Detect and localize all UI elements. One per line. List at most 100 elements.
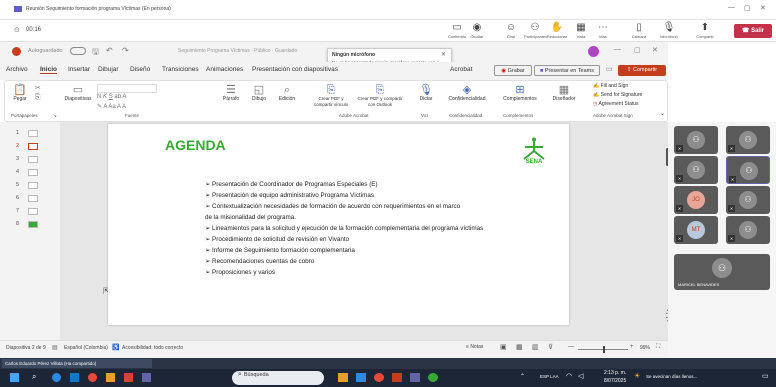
agenda-item[interactable]: ➢ Contextualización necesidades de forma… — [205, 201, 545, 212]
slide-canvas[interactable]: AGENDA SENA ➢ Presentación de Coordinado… — [108, 124, 569, 325]
spellcheck-icon[interactable]: ▤ — [52, 344, 58, 351]
tab-dibujar[interactable]: Dibujar — [98, 66, 119, 73]
ribbon-collapse-icon[interactable]: ⌄ — [660, 110, 665, 117]
present-in-teams-button[interactable]: ■ Presentar en Teams — [534, 65, 600, 76]
create-pdf-outlook-button[interactable]: ⎘ Crear PDF y compartir con Outlook — [355, 84, 405, 108]
taskbar-app-3[interactable] — [88, 373, 97, 382]
font-format-row[interactable]: N K S ab A — [97, 94, 126, 100]
sensitivity-button[interactable]: ◈ Confidencialidad — [445, 84, 489, 102]
agenda-item[interactable]: de la misionalidad del programa. — [205, 212, 545, 223]
designer-button[interactable]: ▦ Diseñador — [547, 84, 581, 102]
toolbar-button-vista[interactable]: ▦ Vista — [570, 22, 592, 39]
copy-icon[interactable]: ⎘ — [35, 94, 41, 102]
slide-thumbnail[interactable] — [28, 221, 38, 228]
dictate-button[interactable]: 🎙 Dictar — [415, 84, 437, 102]
participant-tile[interactable]: MT ✕ — [674, 216, 718, 244]
tab-archivo[interactable]: Archivo — [6, 66, 28, 73]
reading-view-icon[interactable]: ▥ — [532, 343, 539, 351]
group-expand-icon[interactable]: ↘ — [53, 113, 57, 119]
language-tray[interactable]: ESP LAA — [540, 374, 559, 379]
agenda-item[interactable]: ➢ Lineamientos para la solicitud y ejecu… — [205, 223, 545, 234]
slides-button[interactable]: ▭ Diapositivas — [63, 84, 93, 102]
tab-insertar[interactable]: Insertar — [68, 66, 90, 73]
tab-presentación-con-diapositivas[interactable]: Presentación con diapositivas — [252, 66, 338, 73]
toolbar-button-compartir[interactable]: ⬆ Compartir — [694, 22, 716, 39]
toolbar-button-participantes[interactable]: ⚇ Participantes — [524, 22, 547, 39]
paste-button[interactable]: 📋 Pegar — [11, 84, 29, 102]
slide-thumbnail[interactable] — [28, 208, 38, 215]
slide-sorter-icon[interactable]: ▦ — [516, 343, 523, 351]
notification-text[interactable]: Se avecinan días llenos... — [646, 374, 697, 379]
notes-button[interactable]: ≡ Notas — [466, 344, 483, 350]
tab-diseño[interactable]: Diseño — [130, 66, 150, 73]
tab-inicio[interactable]: Inicio — [40, 66, 57, 74]
agenda-list[interactable]: ➢ Presentación de Coordinador de Program… — [205, 179, 545, 278]
language-indicator[interactable]: Español (Colombia) — [64, 345, 108, 351]
close-icon[interactable]: ✕ — [760, 4, 766, 12]
tray-time[interactable]: 2:13 p. m. — [604, 370, 626, 376]
editing-button[interactable]: ⌕ Edición — [275, 84, 299, 102]
participant-self-tile[interactable]: ⚇ MARICEL BENAVIDES — [674, 254, 770, 290]
notification-bell-icon[interactable]: ▭ — [762, 372, 769, 380]
window-restore-icon[interactable]: ▢ — [634, 46, 641, 54]
minimize-icon[interactable]: — — [728, 4, 735, 11]
taskbar-pinned-6[interactable] — [428, 373, 438, 382]
redo-icon[interactable]: ↷ — [122, 46, 129, 55]
record-button[interactable]: ◉ Grabar — [494, 65, 532, 76]
fit-slide-icon[interactable]: ⛶ — [656, 344, 660, 351]
participant-tile[interactable]: ⚇ ✕ — [726, 216, 770, 244]
create-pdf-link-button[interactable]: ⎘ Crear PDF y compartir vínculo — [309, 84, 353, 108]
slide-thumbnail[interactable] — [28, 195, 38, 202]
undo-icon[interactable]: ↶ — [106, 46, 113, 55]
agenda-item[interactable]: ➢ Presentación de Coordinador de Program… — [205, 179, 545, 190]
slide-thumbnail[interactable] — [28, 143, 38, 150]
wifi-icon[interactable]: ◠ — [566, 372, 572, 380]
taskbar-pinned-1[interactable] — [338, 373, 348, 382]
shared-window-label-box[interactable]: Carlos Eduardo Pérez Villota (Ha compart… — [2, 359, 152, 368]
participant-tile[interactable]: ⚇ ✕ — [726, 186, 770, 214]
toast-close-icon[interactable]: ✕ — [441, 51, 446, 58]
toolbar-button-contenido[interactable]: ▭ Contenido — [446, 22, 468, 39]
participant-tile[interactable]: ⚇ ✕ — [674, 156, 718, 184]
tab-acrobat[interactable]: Acrobat — [450, 66, 472, 73]
account-avatar[interactable] — [588, 46, 599, 57]
slide-title[interactable]: AGENDA — [165, 137, 226, 153]
zoom-out-icon[interactable]: — — [568, 344, 574, 350]
accessibility-status[interactable]: Accesibilidad: todo correcto — [122, 345, 183, 351]
agenda-item[interactable]: ➢ Informe de Seguimiento formación compl… — [205, 245, 545, 256]
taskbar-search-box[interactable]: ⌕ Búsqueda — [232, 371, 324, 385]
toolbar-button-ocultar[interactable]: ◉ Ocultar — [466, 22, 488, 39]
participant-tile[interactable]: ⚇ ✕ — [726, 126, 770, 154]
weather-icon[interactable]: ☀ — [634, 372, 640, 380]
windows-start-icon[interactable] — [10, 373, 19, 382]
taskbar-pinned-4[interactable] — [392, 373, 402, 382]
taskbar-app-1[interactable] — [52, 373, 61, 382]
normal-view-icon[interactable]: ▣ — [500, 343, 507, 351]
save-icon[interactable]: 🖫 — [92, 46, 99, 60]
cut-icon[interactable]: ✂ — [35, 84, 41, 92]
slide-thumbnail[interactable] — [28, 182, 38, 189]
taskbar-app-2[interactable] — [70, 373, 79, 382]
agreement-status-item[interactable]: ◷ Agreement Status — [593, 101, 639, 107]
leave-button[interactable]: ☎ Salir — [734, 24, 772, 38]
addins-button[interactable]: ⊞ Complementos — [499, 84, 541, 102]
tray-chevron-icon[interactable]: ⌃ — [520, 373, 525, 380]
volume-icon[interactable]: ◁ — [578, 372, 583, 380]
zoom-slider-thumb[interactable] — [603, 346, 605, 353]
taskbar-app-4[interactable] — [106, 373, 115, 382]
slide-thumbnail[interactable] — [28, 130, 38, 137]
font-name-box[interactable] — [97, 84, 157, 93]
zoom-level[interactable]: 99% — [640, 345, 650, 351]
share-button[interactable]: ⇪ Compartir — [618, 65, 666, 76]
accessibility-icon[interactable]: ♿ — [112, 344, 119, 351]
participant-tile[interactable]: ⚇ ✕ — [726, 156, 770, 184]
slide-thumbnail[interactable] — [28, 156, 38, 163]
agenda-item[interactable]: ➢ Presentación de equipo administrativo … — [205, 190, 545, 201]
window-close-icon[interactable]: ✕ — [652, 46, 658, 54]
participant-tile[interactable]: JO ✕ — [674, 186, 718, 214]
tab-animaciones[interactable]: Animaciones — [206, 66, 243, 73]
toolbar-button-cámara[interactable]: ▯ Cámara — [628, 22, 650, 39]
participant-tile[interactable]: ⚇ ✕ — [674, 126, 718, 154]
font-color-row[interactable]: ✎ A Aa A A — [97, 103, 126, 110]
maximize-icon[interactable]: ▢ — [744, 4, 751, 12]
